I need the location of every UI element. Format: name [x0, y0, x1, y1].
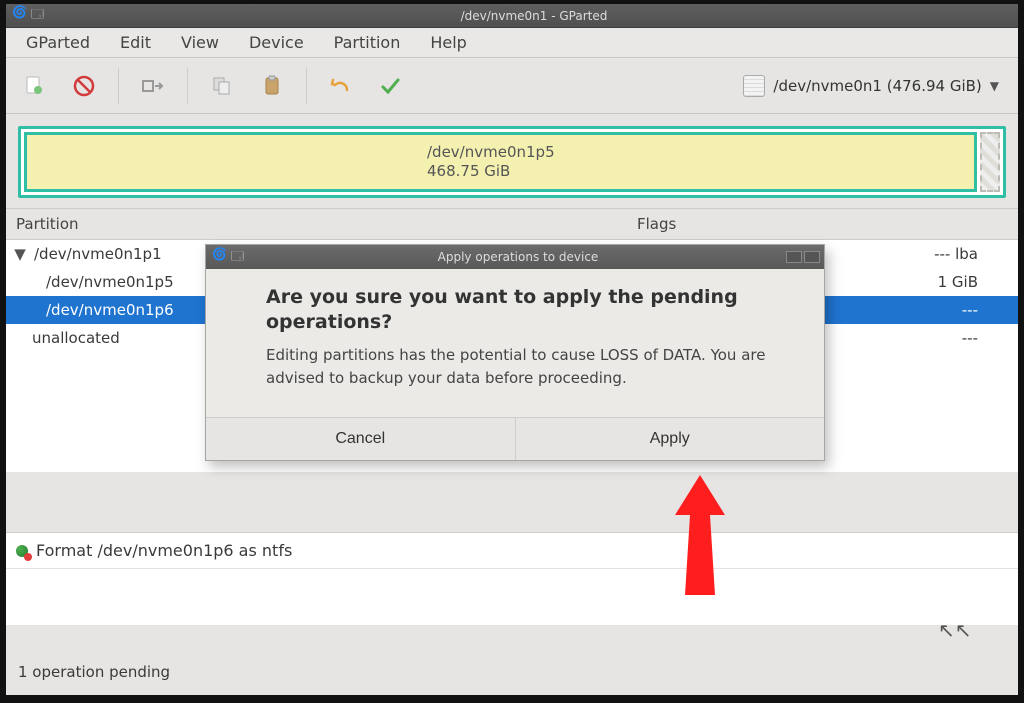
partition-name: /dev/nvme0n1p6 — [46, 301, 174, 319]
pending-operations: Format /dev/nvme0n1p6 as ntfs — [6, 532, 1018, 625]
paste-button[interactable] — [252, 66, 292, 106]
menu-help[interactable]: Help — [416, 29, 480, 56]
window-title: /dev/nvme0n1 - GParted — [50, 9, 1018, 23]
mouse-cursor-icon: ↖↖ — [938, 618, 972, 642]
partition-name: /dev/nvme0n1p1 — [34, 245, 162, 263]
menu-device[interactable]: Device — [235, 29, 318, 56]
chevron-down-icon: ▼ — [990, 79, 999, 93]
pending-operation-text: Format /dev/nvme0n1p6 as ntfs — [36, 541, 292, 560]
partition-map-segment-name: /dev/nvme0n1p5 — [427, 143, 555, 162]
partition-table-header: Partition Flags — [6, 208, 1018, 240]
copy-button[interactable] — [202, 66, 242, 106]
dialog-app-icon: 🗔 — [231, 247, 244, 268]
partition-flags: lba — [955, 245, 978, 263]
menu-edit[interactable]: Edit — [106, 29, 165, 56]
window-titlebar: 🌀 🗔 /dev/nvme0n1 - GParted — [6, 4, 1018, 28]
col-header-partition[interactable]: Partition — [6, 215, 216, 233]
window-app-icon: 🗔 — [31, 5, 44, 26]
delete-cancel-icon — [73, 75, 95, 97]
window-maximize-icon[interactable] — [804, 251, 820, 263]
pending-operation-row[interactable]: Format /dev/nvme0n1p6 as ntfs — [6, 533, 1018, 569]
copy-icon — [211, 75, 233, 97]
menu-partition[interactable]: Partition — [320, 29, 415, 56]
partition-name: /dev/nvme0n1p5 — [46, 273, 174, 291]
dialog-titlebar: 🌀 🗔 Apply operations to device — [206, 245, 824, 269]
document-new-icon — [23, 75, 45, 97]
partition-flags: --- — [962, 329, 978, 347]
status-bar: 1 operation pending — [6, 625, 1018, 695]
dialog-title: Apply operations to device — [250, 250, 786, 264]
undo-button[interactable] — [321, 66, 361, 106]
debian-swirl-icon: 🌀 — [12, 5, 27, 26]
toolbar: /dev/nvme0n1 (476.94 GiB) ▼ — [6, 58, 1018, 114]
new-partition-button[interactable] — [14, 66, 54, 106]
col-header-flags[interactable]: Flags — [597, 215, 1018, 233]
undo-icon — [329, 76, 353, 96]
dialog-body-text: Editing partitions has the potential to … — [266, 344, 800, 389]
debian-swirl-icon: 🌀 — [212, 247, 227, 268]
cancel-button[interactable]: Cancel — [206, 418, 515, 460]
apply-check-icon — [379, 76, 403, 96]
menu-gparted[interactable]: GParted — [12, 29, 104, 56]
hard-disk-icon — [743, 75, 765, 97]
resize-move-button[interactable] — [133, 66, 173, 106]
device-chooser-label: /dev/nvme0n1 (476.94 GiB) — [773, 77, 981, 95]
apply-confirm-button[interactable]: Apply — [515, 418, 825, 460]
menubar: GParted Edit View Device Partition Help — [6, 28, 1018, 58]
resize-icon — [141, 76, 165, 96]
device-chooser[interactable]: /dev/nvme0n1 (476.94 GiB) ▼ — [732, 68, 1010, 104]
partition-name: unallocated — [32, 329, 120, 347]
partition-map-segment-size: 468.75 GiB — [427, 162, 555, 181]
window-minimize-icon[interactable] — [786, 251, 802, 263]
partition-map-segment-unallocated[interactable] — [980, 132, 1000, 192]
delete-partition-button[interactable] — [64, 66, 104, 106]
partition-map-segment-main[interactable]: /dev/nvme0n1p5 468.75 GiB — [24, 132, 977, 192]
dialog-heading: Are you sure you want to apply the pendi… — [266, 285, 800, 334]
partition-flags: --- — [962, 301, 978, 319]
partition-map[interactable]: /dev/nvme0n1p5 468.75 GiB — [18, 126, 1006, 198]
apply-confirmation-dialog: 🌀 🗔 Apply operations to device Are you s… — [205, 244, 825, 461]
tree-collapse-icon[interactable]: ▼ — [12, 245, 28, 263]
partition-size-tail: 1 GiB — [938, 273, 978, 291]
status-text: 1 operation pending — [18, 663, 170, 681]
paste-icon — [261, 75, 283, 97]
apply-button[interactable] — [371, 66, 411, 106]
menu-view[interactable]: View — [167, 29, 233, 56]
format-operation-icon — [16, 545, 28, 557]
